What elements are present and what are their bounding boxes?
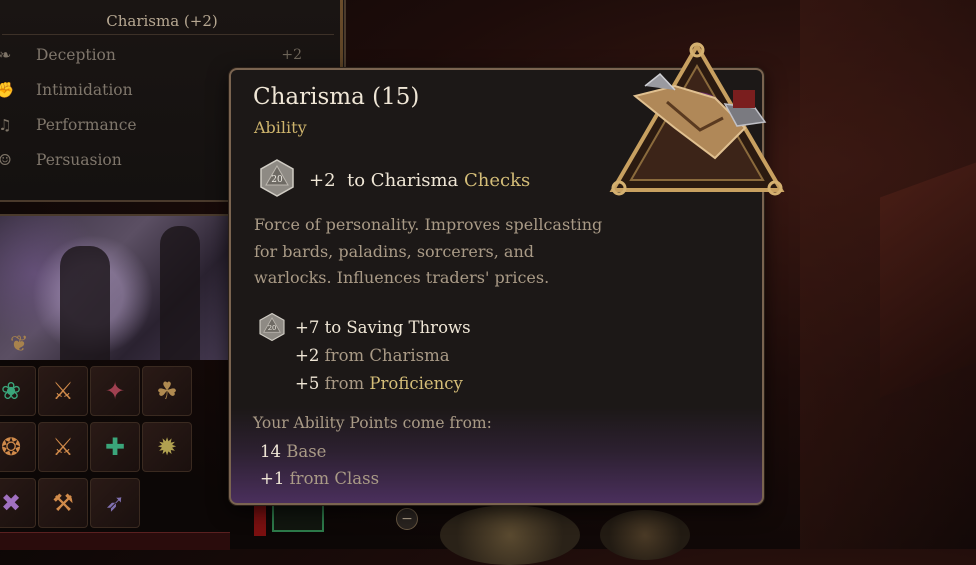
tooltip-title: Charisma (15) bbox=[253, 84, 420, 110]
health-marker bbox=[254, 506, 266, 536]
source-prefix: from bbox=[324, 346, 365, 365]
saving-throw-source: +5 from Proficiency bbox=[295, 374, 463, 393]
minus-button[interactable]: − bbox=[396, 508, 418, 530]
ornament-icon: ❦ bbox=[10, 332, 29, 357]
check-bonus: +2 bbox=[309, 170, 336, 191]
check-bonus-line: +2 to Charisma Checks bbox=[309, 170, 530, 191]
spell-slot[interactable]: ✖ bbox=[0, 478, 36, 528]
ability-point-source: 14 Base bbox=[260, 442, 326, 461]
spell-slot[interactable]: ❀ bbox=[0, 366, 36, 416]
character-silhouette bbox=[160, 226, 200, 360]
clasped-hands-emblem-icon bbox=[605, 38, 790, 198]
skill-row-deception[interactable]: ❧ Deception +2 bbox=[0, 40, 322, 70]
hotbar-dial bbox=[440, 505, 580, 565]
point-source: from Class bbox=[289, 469, 380, 488]
spell-slot[interactable]: ✚ bbox=[90, 422, 140, 472]
spell-slot[interactable]: ✹ bbox=[142, 422, 192, 472]
d20-icon: 20 bbox=[257, 158, 297, 198]
source-value: +5 bbox=[295, 374, 320, 393]
source-prefix: from bbox=[324, 374, 365, 393]
point-value: +1 bbox=[260, 469, 285, 488]
skill-label: Persuasion bbox=[36, 151, 122, 169]
saving-throws-total: +7 to Saving Throws bbox=[295, 318, 471, 337]
skills-header: Charisma (+2) bbox=[106, 12, 218, 30]
hotbar-dial bbox=[600, 510, 690, 560]
divider bbox=[2, 34, 334, 35]
d20-icon: 20 bbox=[257, 312, 287, 342]
theatre-masks-icon: ☺ bbox=[0, 151, 12, 169]
svg-text:20: 20 bbox=[271, 175, 283, 185]
source-value: +2 bbox=[295, 346, 320, 365]
action-bar bbox=[0, 532, 230, 550]
skill-label: Performance bbox=[36, 116, 137, 134]
point-source: Base bbox=[286, 442, 327, 461]
ability-description: Force of personality. Improves spellcast… bbox=[254, 215, 603, 287]
ability-points-heading: Your Ability Points come from: bbox=[253, 414, 492, 432]
spell-slot[interactable]: ⚔ bbox=[38, 422, 88, 472]
mask-icon: ❧ bbox=[0, 46, 12, 64]
check-keyword: Checks bbox=[464, 170, 531, 191]
lute-icon: ♫ bbox=[0, 116, 12, 134]
skill-label: Deception bbox=[36, 46, 116, 64]
ability-point-source: +1 from Class bbox=[260, 469, 379, 488]
background-pillar bbox=[880, 162, 976, 398]
source-name: Proficiency bbox=[369, 374, 463, 393]
character-portrait[interactable] bbox=[0, 214, 232, 360]
spell-slot[interactable]: ❂ bbox=[0, 422, 36, 472]
spell-slot[interactable]: ⚒ bbox=[38, 478, 88, 528]
fist-icon: ✊ bbox=[0, 81, 15, 99]
point-value: 14 bbox=[260, 442, 281, 461]
skill-bonus: +2 bbox=[281, 47, 302, 63]
source-name: Charisma bbox=[369, 346, 450, 365]
spell-slot[interactable]: ➶ bbox=[90, 478, 140, 528]
spell-slot[interactable]: ✦ bbox=[90, 366, 140, 416]
svg-text:20: 20 bbox=[268, 324, 277, 332]
check-text: to Charisma bbox=[347, 170, 459, 191]
spell-slot[interactable]: ⚔ bbox=[38, 366, 88, 416]
character-silhouette bbox=[60, 246, 110, 360]
skill-label: Intimidation bbox=[36, 81, 133, 99]
saving-throw-source: +2 from Charisma bbox=[295, 346, 450, 365]
tooltip-subtitle: Ability bbox=[254, 118, 307, 137]
spell-slot[interactable]: ☘ bbox=[142, 366, 192, 416]
